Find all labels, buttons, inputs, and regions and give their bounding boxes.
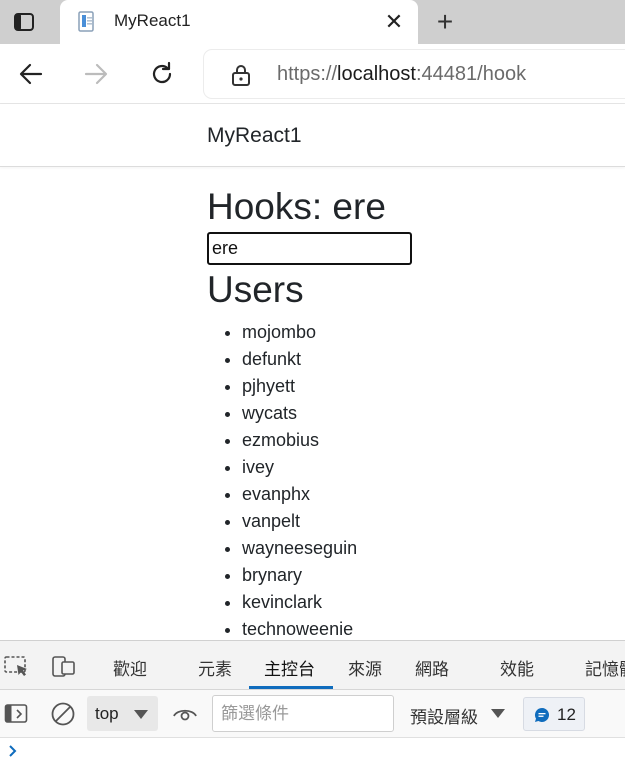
- clear-console-icon[interactable]: [50, 701, 76, 727]
- url-path: :44481/hook: [415, 63, 527, 85]
- tab-actions-button[interactable]: [8, 8, 40, 36]
- devtools-tab-network[interactable]: 網路: [415, 655, 449, 680]
- log-levels-dropdown[interactable]: 預設層級: [410, 703, 478, 728]
- page-icon: [78, 11, 94, 32]
- console-toolbar: top 預設層級 12: [0, 690, 625, 738]
- issues-count: 12: [557, 705, 576, 724]
- context-value: top: [95, 704, 119, 723]
- lock-icon[interactable]: [230, 63, 252, 87]
- list-item: pjhyett: [242, 373, 625, 400]
- devtools-panel: 歡迎 元素 主控台 來源 網路 效能 記憶體 top 預設層級: [0, 640, 625, 760]
- devtools-tab-welcome[interactable]: 歡迎: [113, 655, 147, 680]
- context-select[interactable]: top: [87, 696, 158, 731]
- users-heading: Users: [207, 269, 304, 310]
- arrow-left-icon: [19, 63, 43, 85]
- devtools-tab-console[interactable]: 主控台: [264, 655, 315, 680]
- arrow-right-icon: [84, 63, 108, 85]
- search-input[interactable]: [207, 232, 412, 265]
- console-prompt-icon: [9, 745, 17, 757]
- devtools-tab-sources[interactable]: 來源: [348, 655, 382, 680]
- eye-icon[interactable]: [172, 704, 198, 724]
- list-item: kevinclark: [242, 589, 625, 616]
- window-icon: [14, 13, 34, 31]
- sidebar-toggle-icon[interactable]: [4, 703, 28, 725]
- devtools-tab-elements[interactable]: 元素: [198, 655, 232, 680]
- refresh-button[interactable]: [145, 57, 179, 91]
- refresh-icon: [152, 61, 172, 84]
- inspect-element-icon[interactable]: [3, 653, 31, 679]
- url-scheme: https://: [277, 63, 338, 85]
- list-item: brynary: [242, 562, 625, 589]
- devtools-tab-memory[interactable]: 記憶體: [585, 655, 625, 680]
- new-tab-button[interactable]: +: [430, 8, 460, 38]
- forward-button[interactable]: [79, 57, 113, 91]
- list-item: wayneeseguin: [242, 535, 625, 562]
- url-text: https://localhost:44481/hook: [277, 63, 526, 86]
- hooks-heading: Hooks: ere: [207, 186, 386, 227]
- chevron-down-icon: [134, 710, 148, 719]
- active-tab-indicator: [249, 686, 333, 689]
- browser-tab[interactable]: MyReact1 ✕: [60, 0, 418, 44]
- list-item: mojombo: [242, 319, 625, 346]
- tab-title: MyReact1: [114, 11, 191, 30]
- list-item: ezmobius: [242, 427, 625, 454]
- user-list: mojombo defunkt pjhyett wycats ezmobius …: [207, 319, 625, 643]
- issues-badge[interactable]: 12: [523, 697, 585, 731]
- filter-input[interactable]: [212, 695, 394, 732]
- list-item: ivey: [242, 454, 625, 481]
- address-bar[interactable]: https://localhost:44481/hook: [204, 50, 625, 98]
- list-item: wycats: [242, 400, 625, 427]
- devtools-tab-bar: 歡迎 元素 主控台 來源 網路 效能 記憶體: [0, 641, 625, 690]
- close-tab-icon[interactable]: ✕: [382, 10, 406, 34]
- tab-strip: MyReact1 ✕ +: [0, 0, 625, 44]
- device-emulation-icon[interactable]: [50, 653, 78, 679]
- main-content: Hooks: ere Users mojombo defunkt pjhyett…: [207, 184, 625, 643]
- list-item: evanphx: [242, 481, 625, 508]
- url-host: localhost: [337, 63, 416, 85]
- navigation-bar: https://localhost:44481/hook: [0, 44, 625, 104]
- message-icon: [535, 708, 550, 722]
- list-item: technoweenie: [242, 616, 625, 643]
- list-item: vanpelt: [242, 508, 625, 535]
- devtools-tab-performance[interactable]: 效能: [500, 655, 534, 680]
- levels-chevron-down-icon: [491, 709, 505, 718]
- back-button[interactable]: [14, 57, 48, 91]
- app-navbar: MyReact1: [0, 104, 625, 167]
- list-item: defunkt: [242, 346, 625, 373]
- app-brand-link[interactable]: MyReact1: [207, 124, 302, 148]
